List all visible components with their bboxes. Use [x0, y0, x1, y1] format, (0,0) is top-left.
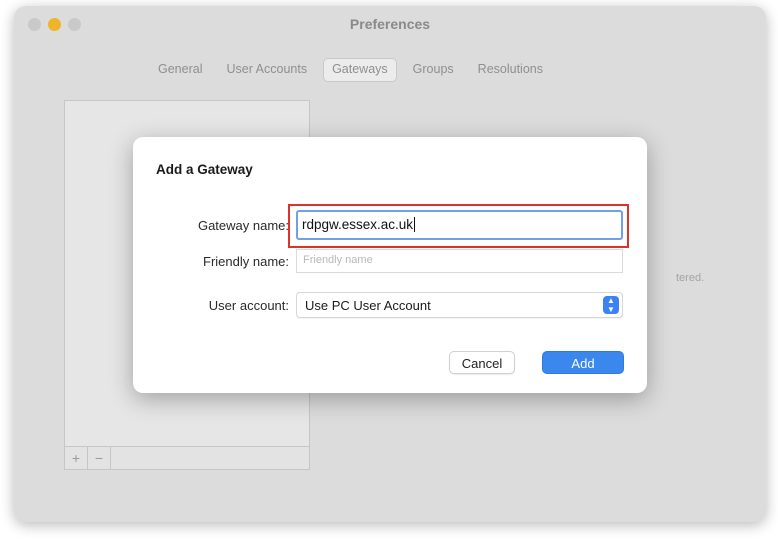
user-account-label: User account: — [208, 298, 289, 313]
tab-general[interactable]: General — [150, 58, 210, 82]
text-caret — [414, 217, 416, 232]
chevron-up-down-icon: ▲ ▼ — [603, 296, 619, 314]
gateway-name-label: Gateway name: — [197, 218, 289, 233]
tab-groups[interactable]: Groups — [405, 58, 462, 82]
list-toolbar: + − — [65, 446, 309, 469]
user-account-value: Use PC User Account — [305, 298, 431, 313]
friendly-name-input[interactable]: Friendly name — [296, 249, 623, 273]
add-gateway-plus-button[interactable]: + — [65, 447, 88, 469]
tab-gateways[interactable]: Gateways — [323, 58, 397, 82]
friendly-name-label: Friendly name: — [203, 254, 289, 269]
window-title: Preferences — [349, 16, 431, 32]
tab-user-accounts[interactable]: User Accounts — [218, 58, 315, 82]
preferences-tabs: General User Accounts Gateways Groups Re… — [150, 58, 551, 82]
title-bar: Preferences — [14, 6, 766, 46]
tab-resolutions[interactable]: Resolutions — [470, 58, 551, 82]
add-button[interactable]: Add — [542, 351, 624, 374]
cancel-button[interactable]: Cancel — [449, 351, 515, 374]
gateway-name-value: rdpgw.essex.ac.uk — [302, 217, 414, 232]
user-account-select[interactable]: Use PC User Account ▲ ▼ — [296, 292, 623, 318]
gateway-name-input[interactable]: rdpgw.essex.ac.uk — [296, 210, 623, 240]
dialog-title: Add a Gateway — [156, 162, 253, 177]
add-gateway-dialog: Add a Gateway Gateway name: rdpgw.essex.… — [133, 137, 647, 393]
friendly-name-placeholder: Friendly name — [303, 254, 373, 266]
background-note-text: tered. — [676, 272, 705, 284]
remove-gateway-button[interactable]: − — [88, 447, 111, 469]
